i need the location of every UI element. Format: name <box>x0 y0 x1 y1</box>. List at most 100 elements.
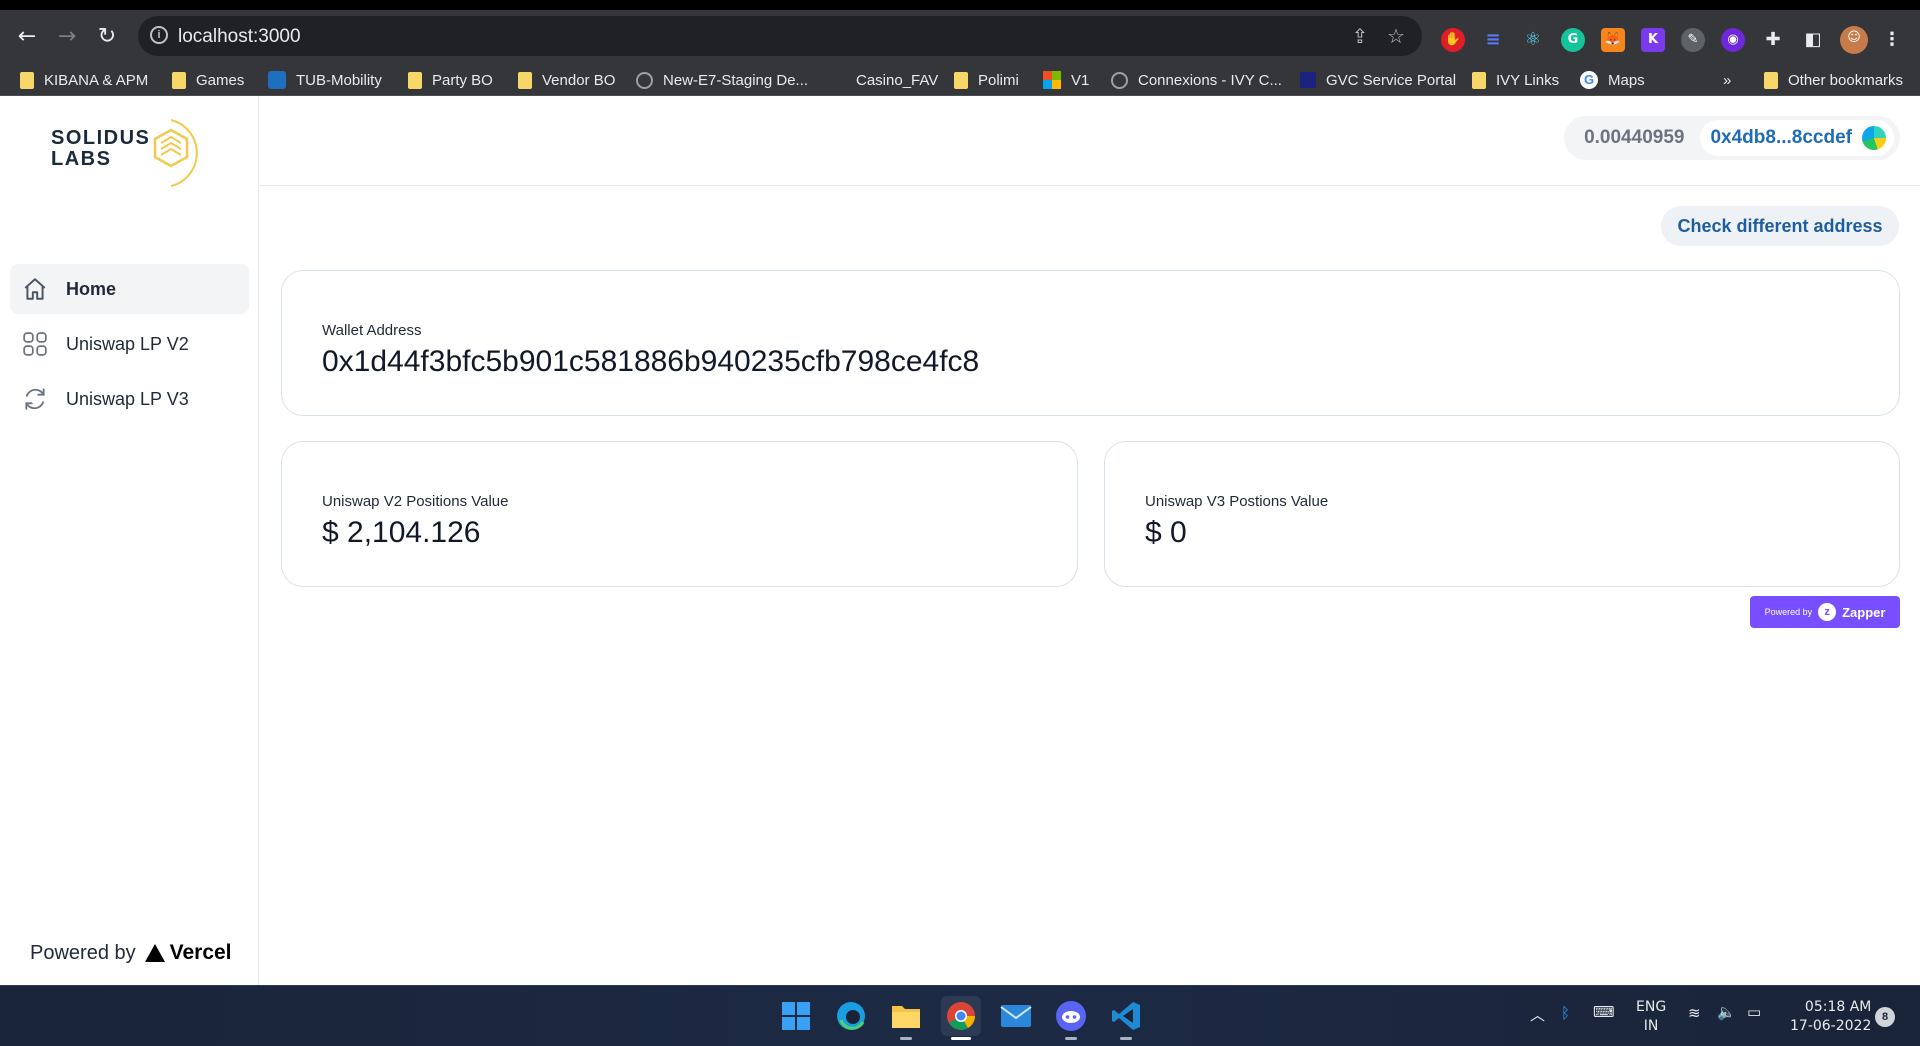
mail-envelope-icon <box>1000 1005 1032 1027</box>
wallet-address-label: Wallet Address <box>322 322 422 339</box>
ghost-extension-icon[interactable]: ◉ <box>1721 28 1745 52</box>
uniswap-v2-value: $ 2,104.126 <box>322 516 481 549</box>
extensions-puzzle-icon[interactable]: ✚ <box>1761 28 1785 52</box>
back-arrow-icon[interactable]: ← <box>12 22 42 52</box>
bookmark-item[interactable]: Games <box>172 69 244 91</box>
discord-logo-icon <box>1056 1001 1086 1031</box>
app-root: SOLIDUS LABS Home Uniswap LP V2 Uniswap … <box>0 96 1920 985</box>
folder-explorer-icon <box>892 1006 920 1028</box>
url-text: localhost:3000 <box>178 26 301 47</box>
bookmark-item[interactable]: New-E7-Staging De... <box>636 69 808 91</box>
bookmark-item[interactable]: TUB-Mobility <box>268 69 382 91</box>
folder-icon <box>20 71 34 89</box>
wifi-icon[interactable]: ≋ <box>1688 1004 1701 1022</box>
check-different-address-button[interactable]: Check different address <box>1661 206 1899 246</box>
solidus-hexagon-icon <box>153 119 198 187</box>
microsoft-icon <box>1043 71 1061 89</box>
adblock-extension-icon[interactable]: ✋ <box>1441 28 1465 52</box>
metamask-icon[interactable]: 🦊 <box>1601 28 1625 52</box>
sidebar-item-home[interactable]: Home <box>10 264 249 314</box>
sidebar-item-label: Uniswap LP V3 <box>66 388 189 409</box>
system-clock[interactable]: 05:18 AM 17-06-2022 <box>1790 998 1871 1036</box>
bookmark-item[interactable]: V1 <box>1043 69 1089 91</box>
gvc-icon <box>1300 72 1316 88</box>
sidebar-item-label: Uniswap LP V2 <box>66 333 189 354</box>
running-indicator <box>1065 1037 1077 1040</box>
share-icon[interactable]: ⇪ <box>1348 24 1372 48</box>
powered-by-zapper-badge[interactable]: Powered by z Zapper <box>1750 596 1900 628</box>
uniswap-v3-label: Uniswap V3 Postions Value <box>1145 493 1329 510</box>
uniswap-v2-label: Uniswap V2 Positions Value <box>322 493 509 510</box>
grid-icon <box>23 332 47 356</box>
sidebar-item-label: Home <box>66 278 117 299</box>
vscode-logo-icon <box>1112 1002 1140 1030</box>
home-icon <box>24 278 46 300</box>
uniswap-v3-value-card: Uniswap V3 Postions Value $ 0 <box>1104 441 1900 587</box>
file-explorer-icon[interactable] <box>886 996 926 1040</box>
chrome-browser-icon[interactable] <box>941 996 981 1040</box>
k-extension-icon[interactable]: K <box>1641 28 1665 52</box>
google-icon: G <box>1580 71 1598 89</box>
bookmark-item[interactable]: Party BO <box>408 69 493 91</box>
vercel-logo: Vercel <box>144 941 232 965</box>
folder-icon <box>954 71 968 89</box>
running-indicator <box>1120 1037 1132 1040</box>
bookmark-item[interactable]: KIBANA & APM <box>20 69 148 91</box>
other-bookmarks[interactable]: Other bookmarks <box>1764 69 1903 91</box>
bookmark-item[interactable]: Casino_FAV <box>856 69 938 91</box>
site-info-icon[interactable]: i <box>150 26 168 44</box>
bookmark-item[interactable]: Connexions - IVY C... <box>1111 69 1282 91</box>
reload-icon[interactable]: ↻ <box>92 22 122 52</box>
folder-icon <box>1472 71 1486 89</box>
bookmark-item[interactable]: GVC Service Portal <box>1300 69 1456 91</box>
react-devtools-icon[interactable]: ⚛ <box>1521 28 1545 52</box>
sidebar: SOLIDUS LABS Home Uniswap LP V2 Uniswap … <box>0 96 259 985</box>
sidebar-item-uniswap-v2[interactable]: Uniswap LP V2 <box>10 319 249 369</box>
globe-icon <box>1111 71 1128 89</box>
top-header: 0.00440959 0x4db8...8ccdef <box>260 96 1920 186</box>
zapper-logo-icon: z <box>1818 603 1837 621</box>
bookmark-item[interactable]: Vendor BO <box>518 69 615 91</box>
volume-icon[interactable]: 🔈 <box>1717 1003 1736 1021</box>
tub-icon <box>268 71 286 89</box>
eth-balance: 0.00440959 <box>1584 127 1685 148</box>
powered-by-vercel[interactable]: Powered by Vercel <box>30 941 232 965</box>
bookmark-item[interactable]: G Maps <box>1580 69 1645 91</box>
mail-app-icon[interactable] <box>996 996 1036 1036</box>
sidebar-item-uniswap-v3[interactable]: Uniswap LP V3 <box>10 374 249 424</box>
folder-icon <box>518 71 532 89</box>
start-windows-icon[interactable] <box>776 996 816 1036</box>
bluetooth-icon[interactable]: ᛒ <box>1561 1004 1570 1022</box>
bookmark-item[interactable]: IVY Links <box>1472 69 1559 91</box>
windows-logo-icon <box>782 1002 810 1030</box>
profile-avatar[interactable]: ☺ <box>1840 26 1868 54</box>
input-language-indicator[interactable]: ENG IN <box>1636 998 1666 1036</box>
show-hidden-icons-chevron-icon[interactable]: ︿ <box>1530 1004 1545 1025</box>
keyboard-icon[interactable]: ⌨ <box>1593 1003 1615 1021</box>
notification-count-badge[interactable]: 8 <box>1875 1007 1895 1027</box>
list-extension-icon[interactable]: ≡ <box>1481 28 1505 52</box>
vscode-app-icon[interactable] <box>1106 996 1146 1040</box>
identicon-avatar <box>1862 126 1886 150</box>
forward-arrow-icon[interactable]: → <box>52 22 82 52</box>
feather-extension-icon[interactable]: ✎ <box>1681 28 1705 52</box>
grammarly-icon[interactable]: G <box>1561 28 1585 52</box>
account-pill[interactable]: 0.00440959 0x4db8...8ccdef <box>1564 116 1900 160</box>
menu-kebab-icon[interactable]: ⋮ <box>1880 28 1904 52</box>
discord-app-icon[interactable] <box>1051 996 1091 1040</box>
side-panel-icon[interactable]: ◧ <box>1801 28 1825 52</box>
edge-browser-icon[interactable] <box>831 996 871 1036</box>
address-bar[interactable]: i localhost:3000 ⇪ ☆ <box>138 16 1422 56</box>
windows-taskbar: ︿ ᛒ ⌨ ENG IN ≋ 🔈 ▭ 05:18 AM 17-06-2022 8 <box>0 985 1920 1046</box>
globe-icon <box>636 71 653 89</box>
uniswap-v3-value: $ 0 <box>1145 516 1187 549</box>
account-address-button[interactable]: 0x4db8...8ccdef <box>1700 120 1894 156</box>
bookmark-item[interactable]: Polimi <box>954 69 1019 91</box>
bookmarks-overflow-button[interactable]: » <box>1723 69 1731 91</box>
bookmark-star-icon[interactable]: ☆ <box>1384 24 1408 48</box>
folder-icon <box>408 71 422 89</box>
refresh-icon <box>25 388 45 410</box>
wallet-address-card: Wallet Address 0x1d44f3bfc5b901c581886b9… <box>281 270 1900 416</box>
solidus-labs-logo[interactable]: SOLIDUS LABS <box>51 116 221 190</box>
battery-icon[interactable]: ▭ <box>1747 1003 1761 1021</box>
